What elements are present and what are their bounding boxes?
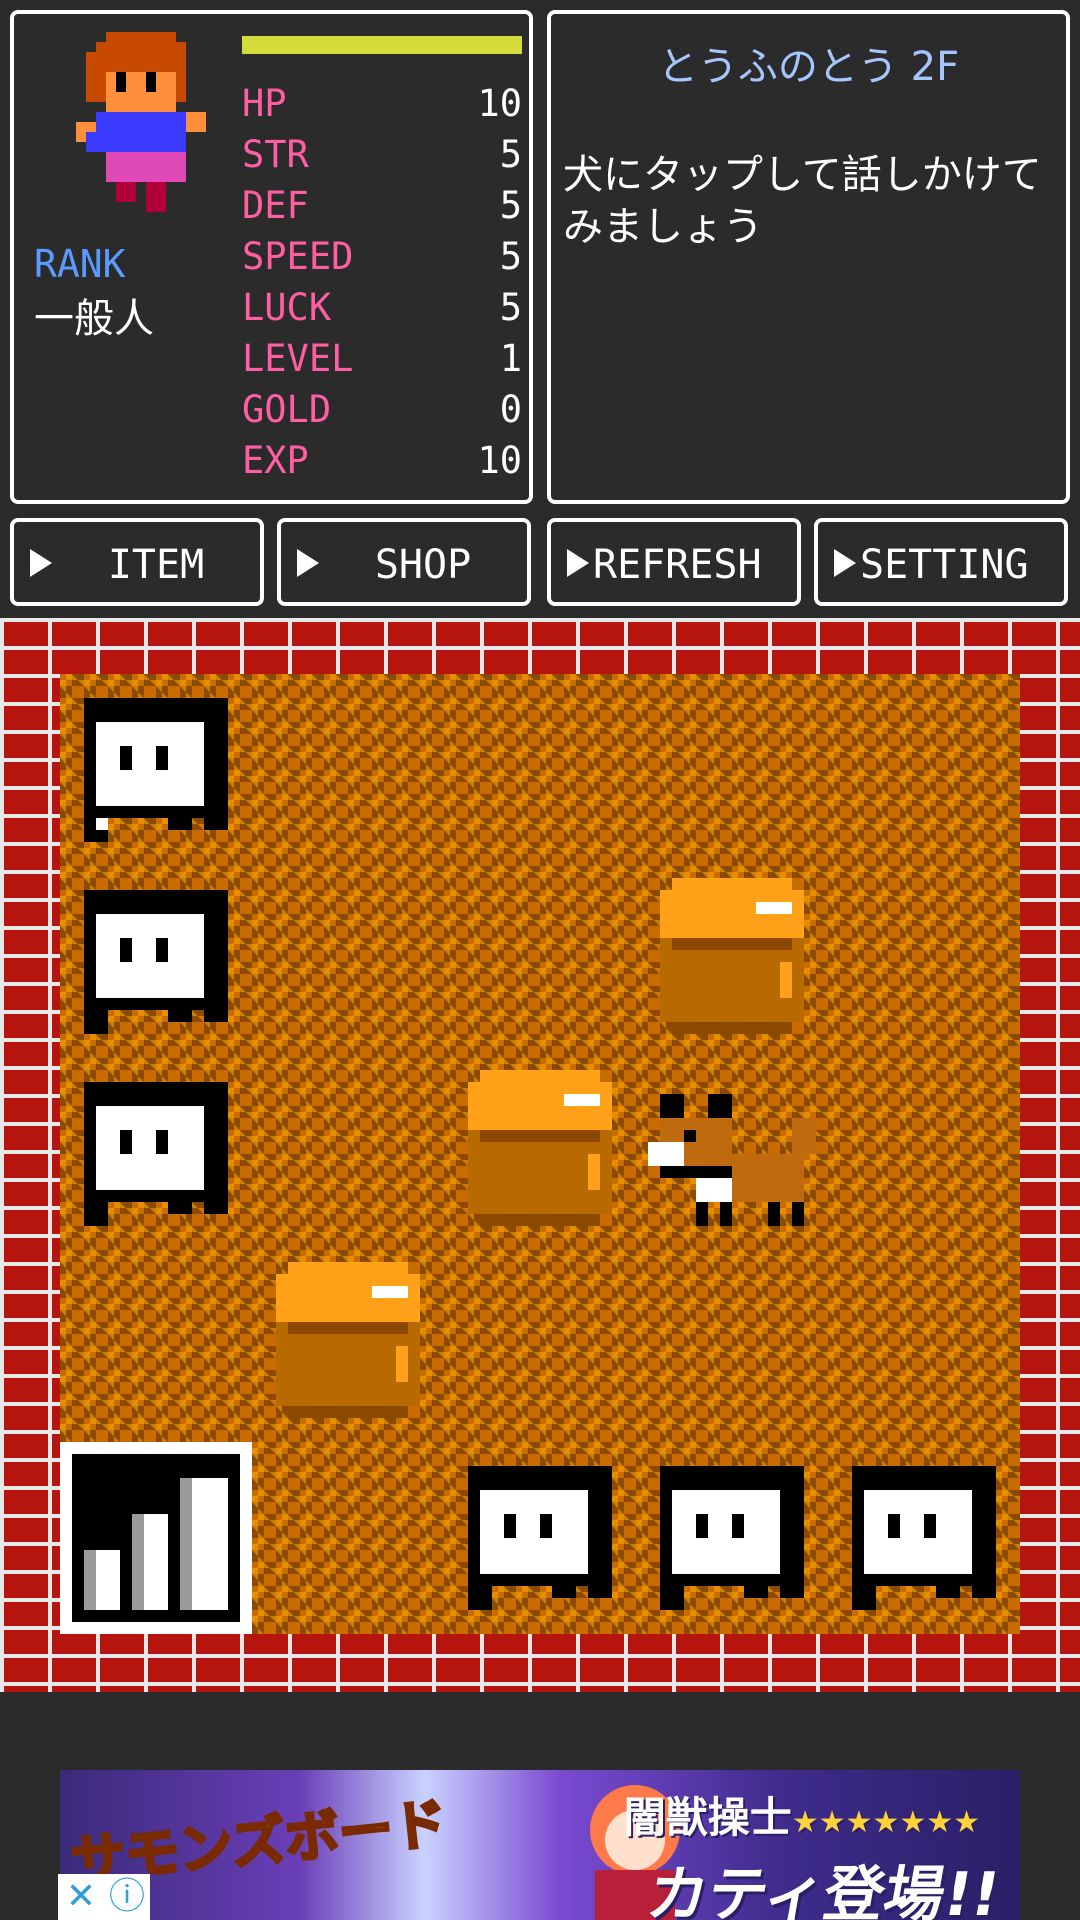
stat-value: 5	[499, 133, 522, 176]
tofu-block[interactable]	[444, 1442, 636, 1634]
tofu-block[interactable]	[828, 1442, 1020, 1634]
stat-name: GOLD	[242, 388, 332, 431]
ad-banner[interactable]: サモンズボード 闇獣操士★★★★★★★ カティ登場!!	[60, 1770, 1020, 1920]
ad-subtitle: カティ登場!!	[641, 1860, 1006, 1920]
stat-value: 5	[499, 286, 522, 329]
stat-row-level: LEVEL 1	[242, 337, 522, 385]
stat-name: DEF	[242, 184, 309, 227]
shop-button[interactable]: SHOP	[277, 518, 531, 606]
stat-value: 1	[499, 337, 522, 380]
stat-name: LUCK	[242, 286, 332, 329]
stat-value: 5	[499, 235, 522, 278]
stat-row-hp: HP 10	[242, 82, 522, 130]
dog-npc[interactable]	[636, 1058, 828, 1250]
stat-name: HP	[242, 82, 287, 125]
floor-title: とうふのとう 2F	[657, 44, 960, 90]
tree-stump[interactable]	[444, 1058, 636, 1250]
stat-name: EXP	[242, 439, 309, 482]
stat-value: 5	[499, 184, 522, 227]
ad-controls: ✕ ⓘ	[58, 1874, 150, 1920]
play-arrow-icon	[30, 549, 52, 577]
stat-value: 10	[477, 439, 522, 482]
shop-button-label: SHOP	[374, 542, 472, 588]
ad-stars: ★★★★★★★	[791, 1805, 980, 1840]
player-avatar	[76, 32, 206, 212]
setting-button[interactable]: SETTING	[814, 518, 1068, 606]
stat-name: STR	[242, 133, 309, 176]
item-button[interactable]: ITEM	[10, 518, 264, 606]
setting-button-label: SETTING	[860, 542, 1029, 588]
info-icon[interactable]: ⓘ	[104, 1874, 150, 1920]
refresh-button-label: REFRESH	[593, 542, 762, 588]
play-arrow-icon	[297, 549, 319, 577]
message-panel: とうふのとう 2F 犬にタップして話しかけてみましょう	[547, 10, 1070, 504]
stat-name: LEVEL	[242, 337, 354, 380]
tofu-block[interactable]	[60, 866, 252, 1058]
stat-row-speed: SPEED 5	[242, 235, 522, 283]
tofu-block[interactable]	[60, 1058, 252, 1250]
status-panel: RANK 一般人 HP 10 STR 5 DEF 5 SPEED 5 LUCK …	[10, 10, 533, 504]
ad-headline-text: 闇獣操士	[623, 1793, 792, 1842]
stat-row-str: STR 5	[242, 133, 522, 181]
message-text: 犬にタップして話しかけてみましょう	[563, 152, 1042, 250]
stat-value: 0	[499, 388, 522, 431]
stat-row-exp: EXP 10	[242, 439, 522, 487]
play-arrow-icon	[567, 549, 589, 577]
close-icon[interactable]: ✕	[58, 1874, 104, 1920]
stat-value: 10	[477, 82, 522, 125]
stairs-icon[interactable]	[60, 1442, 252, 1634]
stat-name: SPEED	[242, 235, 354, 278]
stat-row-def: DEF 5	[242, 184, 522, 232]
game-board[interactable]	[60, 674, 1020, 1634]
hp-bar	[242, 36, 522, 54]
tree-stump[interactable]	[636, 866, 828, 1058]
tofu-block[interactable]	[60, 674, 252, 866]
item-button-label: ITEM	[107, 542, 205, 588]
tree-stump[interactable]	[252, 1250, 444, 1442]
rank-value: 一般人	[34, 296, 154, 342]
refresh-button[interactable]: REFRESH	[547, 518, 801, 606]
stat-row-luck: LUCK 5	[242, 286, 522, 334]
tofu-block[interactable]	[636, 1442, 828, 1634]
ad-headline: 闇獣操士★★★★★★★	[624, 1784, 980, 1845]
stat-row-gold: GOLD 0	[242, 388, 522, 436]
rank-label: RANK	[34, 242, 126, 286]
play-arrow-icon	[834, 549, 856, 577]
